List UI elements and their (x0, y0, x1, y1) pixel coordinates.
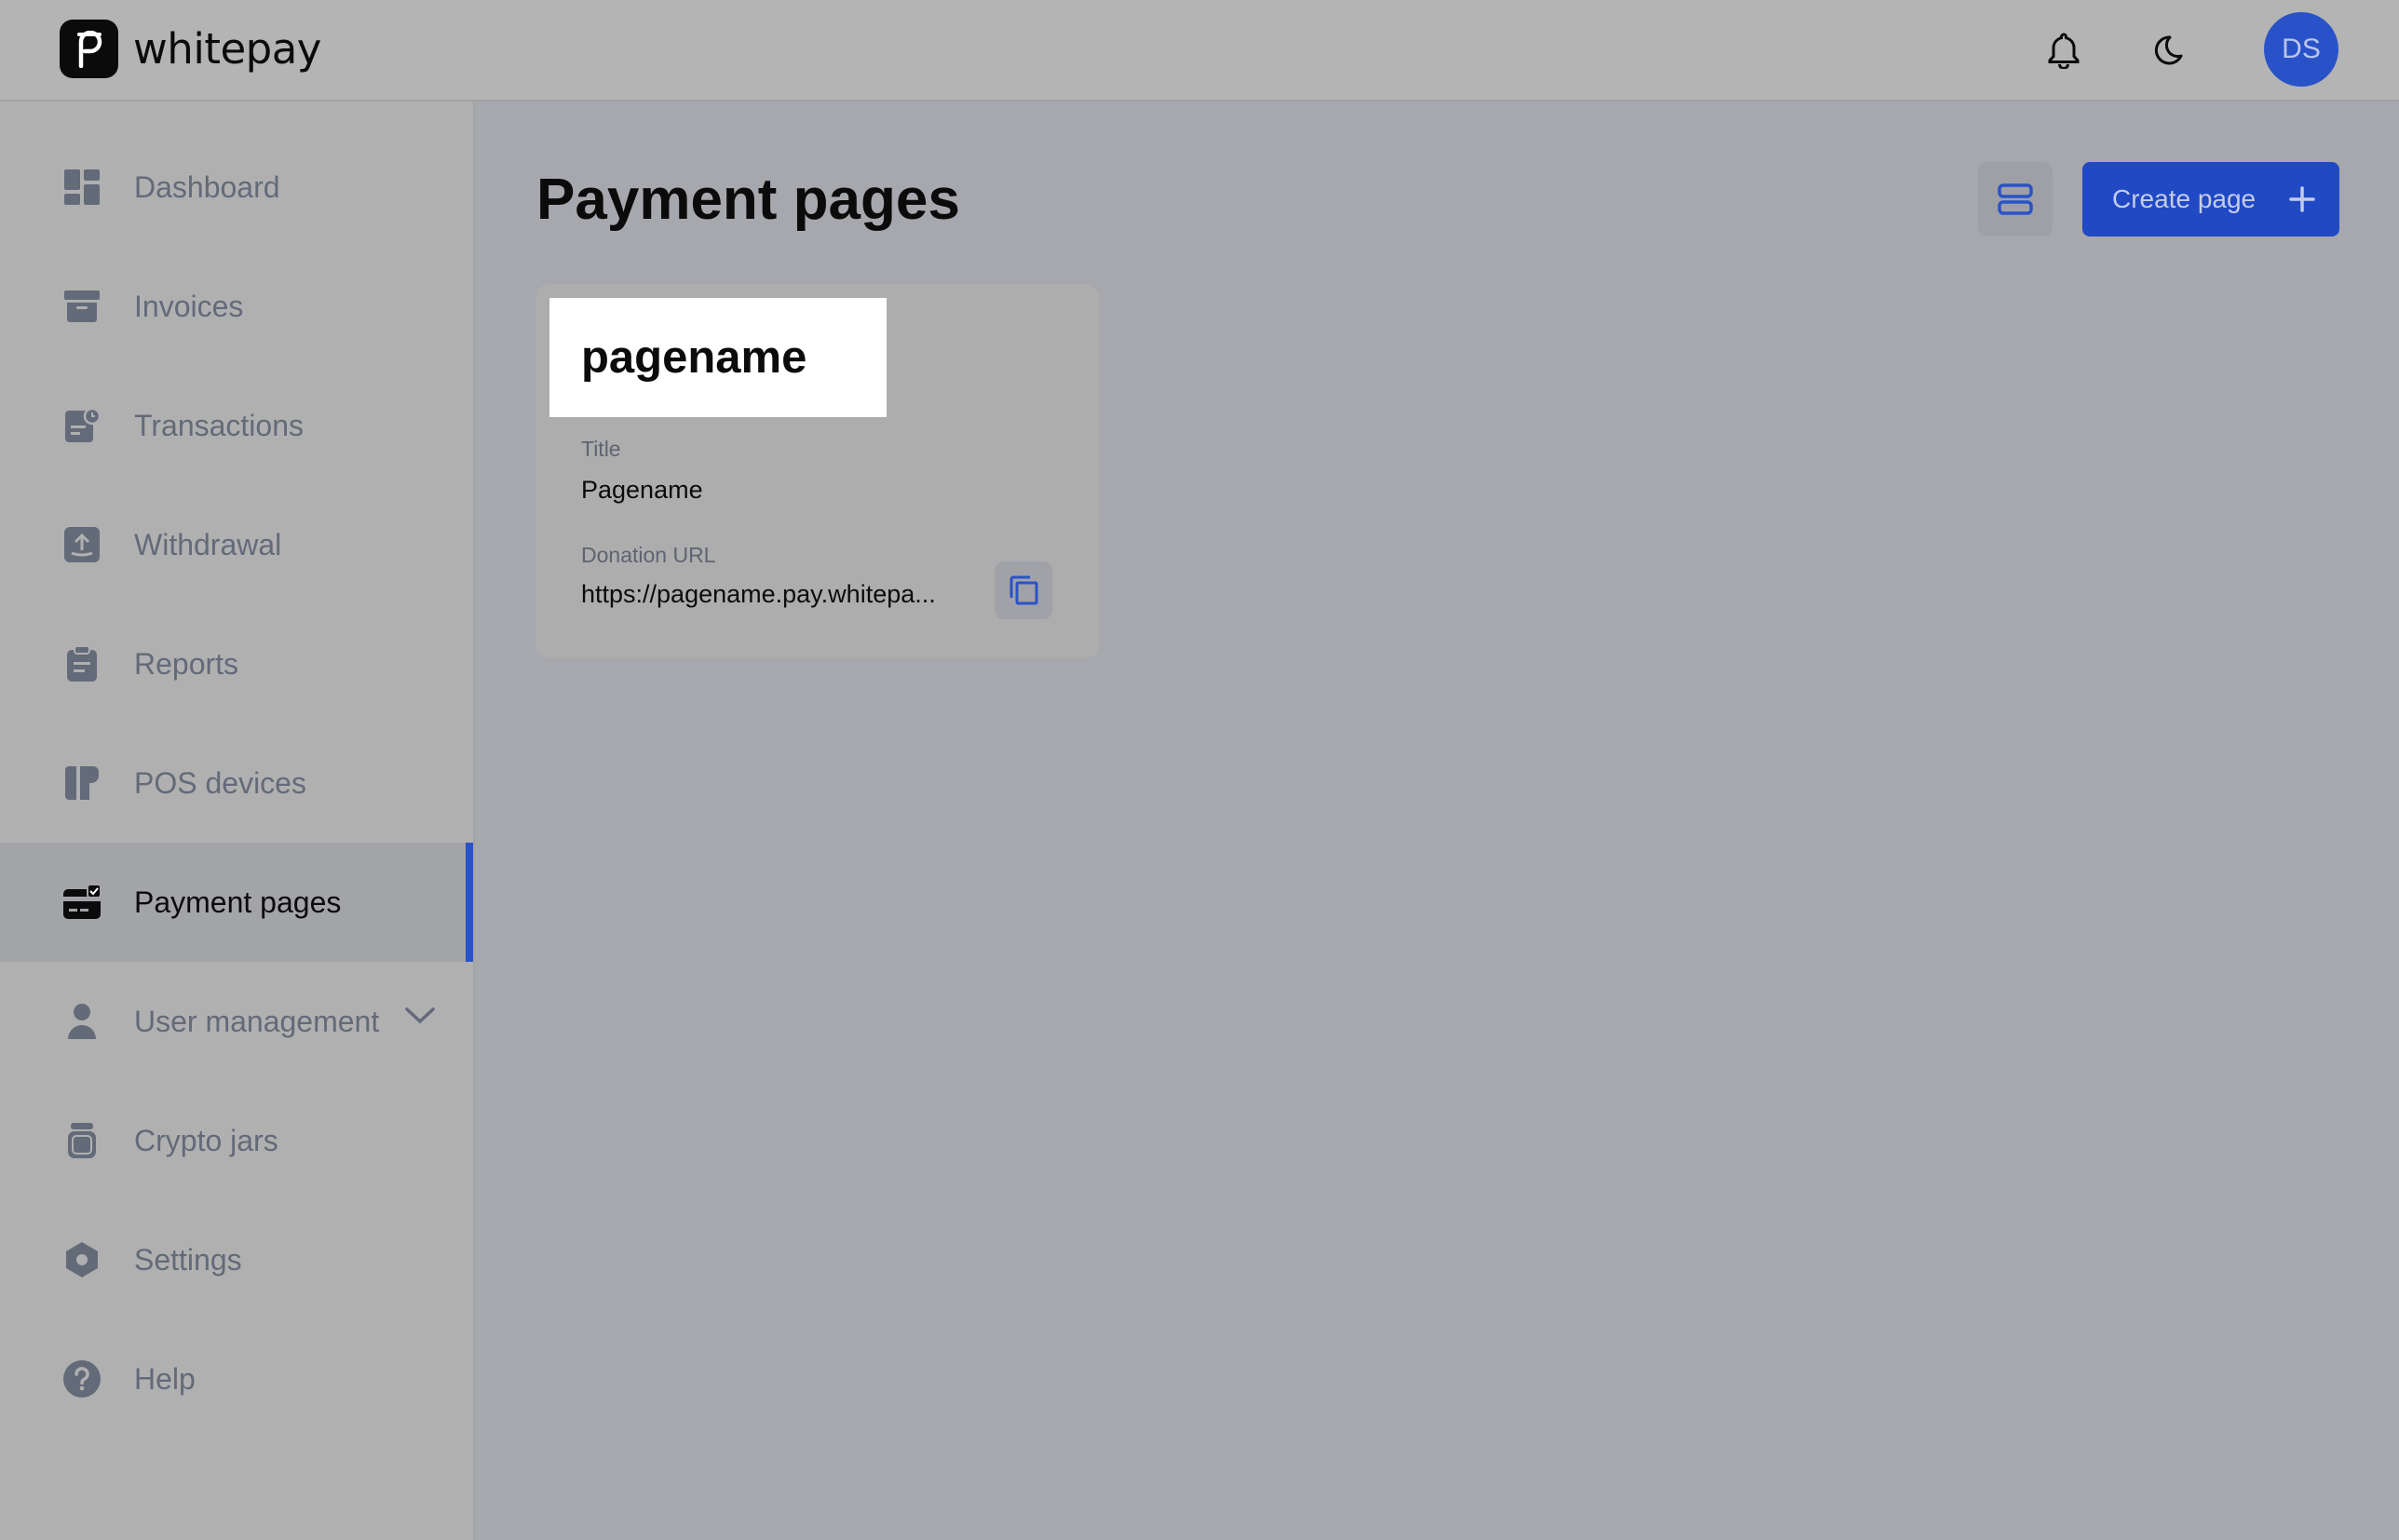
sidebar-item-label: Help (134, 1361, 196, 1396)
bell-icon (2048, 33, 2080, 69)
dashboard-icon (61, 167, 102, 208)
title-label: Title (581, 437, 621, 461)
sidebar-item-label: Reports (134, 646, 239, 681)
chevron-down-icon[interactable] (404, 1006, 436, 1030)
transactions-icon (61, 405, 102, 446)
sidebar-item-crypto-jars[interactable]: Crypto jars (0, 1081, 473, 1200)
sidebar-item-label: Dashboard (134, 169, 280, 204)
donation-url-label: Donation URL (581, 543, 716, 567)
list-view-icon (1998, 183, 2033, 215)
sidebar-item-label: Settings (134, 1242, 242, 1277)
view-toggle-button[interactable] (1978, 162, 2053, 236)
page-title: Payment pages (536, 168, 960, 232)
copy-url-button[interactable] (995, 561, 1052, 619)
invoice-icon (61, 286, 102, 327)
plus-icon (2289, 186, 2315, 212)
card-banner-text: pagename (581, 332, 807, 383)
title-value: Pagename (581, 476, 703, 504)
sidebar-item-label: Payment pages (134, 885, 342, 919)
sidebar-item-dashboard[interactable]: Dashboard (0, 128, 473, 247)
pos-device-icon (61, 763, 102, 804)
sidebar-item-label: Invoices (134, 289, 244, 323)
sidebar: Dashboard Invoices Transactions Withdraw… (0, 101, 475, 1540)
sidebar-item-pos-devices[interactable]: POS devices (0, 723, 473, 843)
theme-toggle-button[interactable] (2140, 22, 2196, 78)
sidebar-item-label: Crypto jars (134, 1123, 278, 1157)
sidebar-item-user-management[interactable]: User management (0, 962, 473, 1081)
main-content: Payment pages Create page pagename Title… (475, 101, 2399, 1540)
payment-card-icon (61, 882, 102, 923)
top-bar: whitepay DS (0, 0, 2399, 101)
copy-icon (1010, 575, 1038, 605)
moon-icon (2154, 35, 2183, 65)
sidebar-item-settings[interactable]: Settings (0, 1200, 473, 1319)
settings-icon (61, 1239, 102, 1280)
help-icon (61, 1358, 102, 1399)
clipboard-icon (61, 643, 102, 684)
user-avatar[interactable]: DS (2264, 12, 2338, 87)
brand-logo[interactable]: whitepay (60, 20, 321, 78)
sidebar-item-withdrawal[interactable]: Withdrawal (0, 485, 473, 604)
jar-icon (61, 1120, 102, 1161)
payment-page-card[interactable]: pagename Title Pagename Donation URL htt… (536, 284, 1099, 658)
sidebar-item-label: POS devices (134, 765, 306, 800)
create-page-label: Create page (2112, 184, 2257, 213)
sidebar-item-invoices[interactable]: Invoices (0, 247, 473, 366)
sidebar-item-payment-pages[interactable]: Payment pages (0, 843, 473, 962)
sidebar-item-help[interactable]: Help (0, 1319, 473, 1439)
sidebar-item-label: User management (134, 1004, 380, 1038)
donation-url-value: https://pagename.pay.whitepa... (581, 580, 936, 608)
withdrawal-icon (61, 524, 102, 565)
sidebar-item-transactions[interactable]: Transactions (0, 366, 473, 485)
sidebar-item-reports[interactable]: Reports (0, 604, 473, 723)
notifications-button[interactable] (2036, 22, 2092, 78)
brand-name: whitepay (133, 24, 321, 74)
sidebar-item-label: Transactions (134, 408, 304, 442)
whitepay-logo-icon (60, 20, 118, 78)
card-banner: pagename (549, 298, 887, 417)
sidebar-item-label: Withdrawal (134, 527, 282, 561)
create-page-button[interactable]: Create page (2082, 162, 2339, 236)
user-icon (61, 1001, 102, 1042)
